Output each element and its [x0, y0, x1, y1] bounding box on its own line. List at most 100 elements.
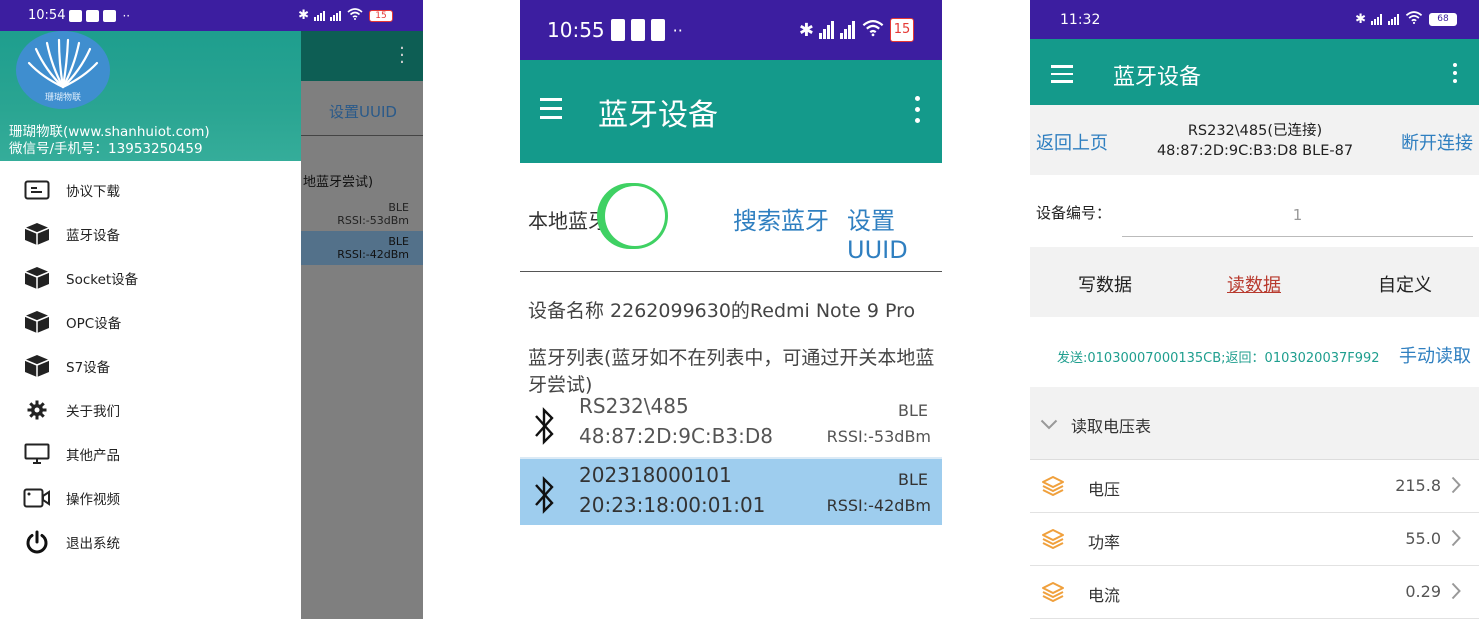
section-title: 读取电压表 [1071, 417, 1152, 436]
phone-bluetooth-list-screen: 10:55 ·· ✱ 15 蓝牙设备 本地蓝牙 搜索蓝牙 设置UUID 设备名称… [520, 0, 942, 619]
connected-device-name: RS232\485(已连接) [1187, 123, 1323, 139]
more-notifications-icon: ·· [672, 20, 683, 40]
hamburger-menu-icon[interactable] [1051, 65, 1073, 88]
notification-icon [630, 19, 645, 41]
menu-item-label: OPC设备 [66, 316, 122, 332]
menu-item-label: S7设备 [66, 360, 111, 376]
list-item: BLE RSSI:-53dBm [301, 193, 423, 231]
menu-item-label: 退出系统 [66, 536, 120, 552]
logo-text: 珊瑚物联 [44, 93, 81, 103]
status-time: 11:32 [1060, 11, 1101, 28]
connection-bar: 返回上页 RS232\485(已连接) 48:87:2D:9C:B3:D8 BL… [1030, 105, 1479, 175]
overflow-menu-icon[interactable] [915, 96, 920, 129]
bluetooth-status-icon: ✱ [298, 8, 309, 23]
wifi-icon [1405, 11, 1423, 28]
device-mac: 20:23:18:00:01:01 [579, 493, 766, 517]
hamburger-menu-icon[interactable] [540, 98, 562, 125]
reading-value: 215.8 [1395, 476, 1441, 495]
navigation-drawer: 珊瑚物联 珊瑚物联(www.shanhuiot.com) 微信号/手机号：139… [0, 31, 301, 619]
drawer-header: 珊瑚物联 珊瑚物联(www.shanhuiot.com) 微信号/手机号：139… [0, 31, 301, 161]
status-bar: 10:55 ·· ✱ 15 [520, 0, 942, 60]
list-hint-fragment: 地蓝牙尝试) [303, 175, 374, 190]
set-uuid-label: 设置UUID [329, 103, 397, 121]
notification-icon [650, 19, 665, 41]
monitor-icon [22, 441, 52, 467]
reading-item-current[interactable]: 电流 0.29 [1030, 566, 1479, 619]
set-uuid-button[interactable]: 设置UUID [847, 201, 942, 264]
tab-read-data[interactable]: 读数据 [1227, 271, 1281, 297]
menu-item-bluetooth-device[interactable]: 蓝牙设备 [0, 212, 301, 256]
device-type: BLE [388, 201, 409, 214]
device-number-label: 设备编号： [1036, 204, 1112, 222]
status-time: 10:54 [28, 8, 66, 23]
menu-item-operation-video[interactable]: 操作视频 [0, 476, 301, 520]
signal-icon [1387, 14, 1399, 25]
gear-icon [22, 397, 52, 423]
power-icon [22, 529, 52, 555]
notification-icon [69, 9, 83, 22]
reading-item-power[interactable]: 功率 55.0 [1030, 513, 1479, 566]
action-tabs: 写数据 读数据 自定义 [1030, 247, 1479, 317]
overflow-menu-icon: · · · [399, 38, 405, 73]
reading-value: 0.29 [1405, 582, 1441, 601]
signal-icon [839, 21, 855, 39]
tab-write-data[interactable]: 写数据 [1078, 271, 1132, 297]
menu-item-protocol-download[interactable]: 协议下载 [0, 168, 301, 212]
overflow-menu-icon[interactable] [1453, 63, 1457, 87]
layers-icon [1041, 527, 1065, 555]
menu-item-other-products[interactable]: 其他产品 [0, 432, 301, 476]
phone-device-detail-screen: 11:32 ✱ 68 蓝牙设备 返回上页 RS232\485(已连接) 48:8… [1030, 0, 1479, 619]
device-rssi: RSSI:-42dBm [337, 248, 409, 261]
divider [520, 271, 942, 272]
notification-icon [103, 9, 117, 22]
device-name: RS232\485 [579, 394, 689, 418]
background-content: 设置UUID 地蓝牙尝试) BLE RSSI:-53dBm BLE RSSI:-… [301, 81, 423, 619]
cube-icon [22, 265, 52, 291]
menu-item-opc-device[interactable]: OPC设备 [0, 300, 301, 344]
disconnect-button[interactable]: 断开连接 [1401, 129, 1473, 155]
menu-item-label: 协议下载 [66, 184, 120, 200]
bluetooth-icon [533, 404, 555, 452]
bluetooth-device-row[interactable]: RS232\485 48:87:2D:9C:B3:D8 BLE RSSI:-53… [520, 390, 942, 458]
device-name-text: 设备名称 2262099630的Redmi Note 9 Pro [528, 300, 916, 322]
company-logo: 珊瑚物联 [16, 31, 110, 109]
connected-device-mac: 48:87:2D:9C:B3:D8 BLE-87 [1156, 143, 1354, 159]
reading-label: 电流 [1088, 586, 1121, 605]
reading-item-voltage[interactable]: 电压 215.8 [1030, 460, 1479, 513]
chevron-right-icon [1451, 476, 1461, 498]
device-number-input[interactable] [1122, 193, 1473, 237]
menu-item-s7-device[interactable]: S7设备 [0, 344, 301, 388]
send-receive-log: 发送:01030007000135CB;返回：0103020037F992 [1057, 351, 1380, 366]
signal-icon [313, 10, 325, 21]
device-name: 202318000101 [579, 463, 732, 487]
tab-custom[interactable]: 自定义 [1378, 271, 1432, 297]
video-icon [22, 485, 52, 511]
manual-read-button[interactable]: 手动读取 [1399, 342, 1471, 368]
menu-item-exit-system[interactable]: 退出系统 [0, 520, 301, 564]
layers-icon [1041, 580, 1065, 608]
device-rssi: RSSI:-42dBm [826, 496, 931, 515]
device-type: BLE [898, 401, 928, 420]
app-toolbar: 蓝牙设备 [520, 60, 942, 163]
menu-item-label: Socket设备 [66, 272, 139, 288]
bluetooth-device-row-selected[interactable]: 202318000101 20:23:18:00:01:01 BLE RSSI:… [520, 457, 942, 525]
menu-item-label: 操作视频 [66, 492, 120, 508]
chevron-right-icon [1451, 529, 1461, 551]
device-type: BLE [898, 470, 928, 489]
battery-icon: 15 [369, 9, 393, 22]
signal-icon [329, 10, 341, 21]
reading-label: 电压 [1088, 480, 1121, 499]
search-bluetooth-button[interactable]: 搜索蓝牙 [733, 201, 829, 236]
menu-item-socket-device[interactable]: Socket设备 [0, 256, 301, 300]
reading-value: 55.0 [1405, 529, 1441, 548]
back-button[interactable]: 返回上页 [1036, 129, 1108, 155]
local-bluetooth-toggle[interactable] [597, 183, 668, 249]
menu-item-about-us[interactable]: 关于我们 [0, 388, 301, 432]
status-time: 10:55 [547, 18, 605, 42]
page-title: 蓝牙设备 [1113, 65, 1202, 90]
status-bar: 10:54 ·· ✱ 15 [0, 0, 423, 31]
device-rssi: RSSI:-53dBm [337, 214, 409, 227]
bluetooth-icon [533, 473, 555, 521]
more-notifications-icon: ·· [122, 8, 131, 23]
voltmeter-section-header[interactable]: 读取电压表 [1030, 387, 1479, 460]
